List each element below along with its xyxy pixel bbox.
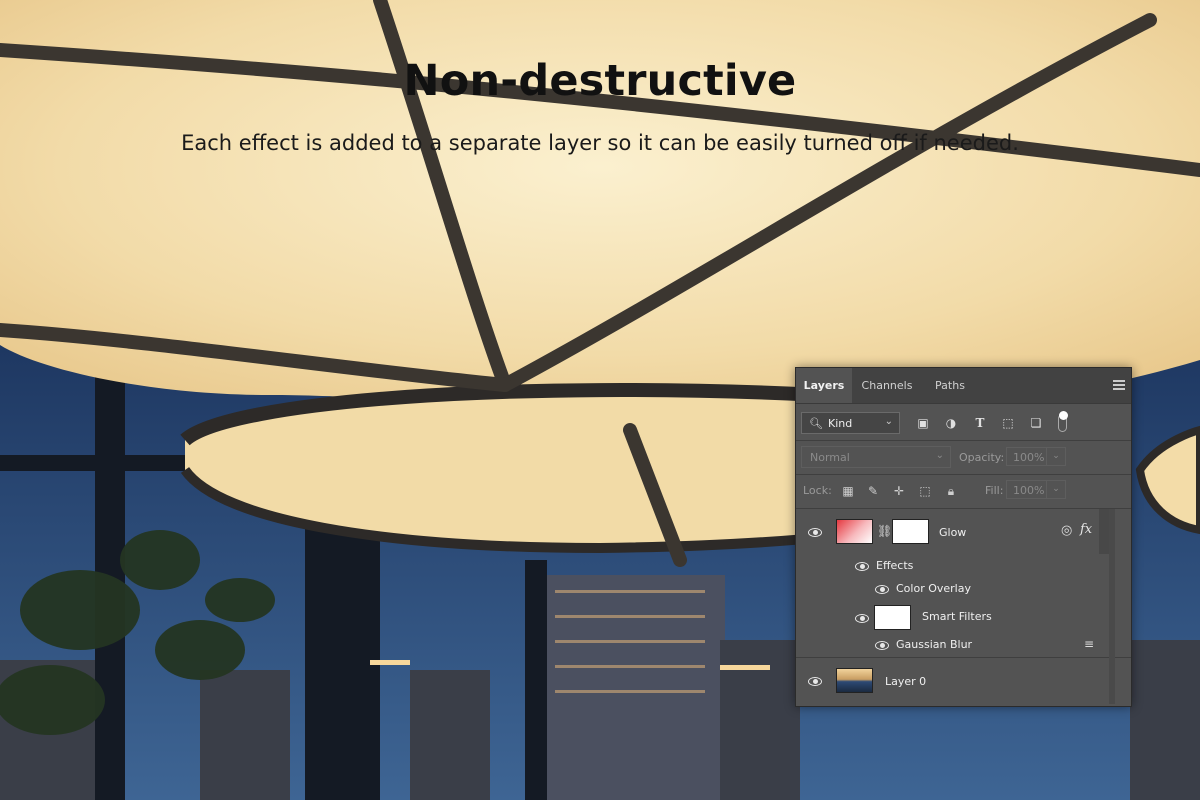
visibility-eye-icon[interactable] [807,528,823,538]
opacity-field[interactable]: 100% ⌄ [1006,447,1066,466]
filter-kind-dropdown[interactable]: 🔍︎ Kind ⌄ [801,412,900,434]
smart-filters-label: Smart Filters [922,610,992,623]
type-layer-filter-icon[interactable]: T [972,415,988,431]
panel-scrollbar[interactable] [1109,509,1115,704]
filter-blending-options-icon[interactable]: ≡ [1084,637,1094,651]
fill-label: Fill: [985,484,1004,497]
fx-icon[interactable]: fx [1080,522,1092,537]
filter-kind-value: Kind [828,417,853,430]
lock-artboard-icon[interactable]: ⬚ [918,484,932,498]
opacity-value: 100% [1013,451,1045,464]
visibility-eye-icon[interactable] [807,677,823,687]
visibility-eye-icon[interactable] [874,641,890,651]
link-chain-icon[interactable]: ⛓︎ [877,524,892,538]
layer-row-glow[interactable]: ⛓︎ Glow ◎ fx ⌃ [796,509,1131,554]
chevron-down-icon: ⌄ [935,450,944,461]
lock-image-pixels-icon[interactable]: ✎ [866,484,880,498]
layer-group-scrollbar[interactable] [1099,509,1109,554]
opacity-label: Opacity: [959,451,1005,464]
filter-toggle-switch[interactable] [1058,411,1068,432]
smart-object-filter-icon[interactable]: ❏ [1028,415,1044,431]
effects-row[interactable]: Effects [796,555,1131,577]
blend-mode-value: Normal [810,451,850,464]
smart-filters-row[interactable]: Smart Filters [796,601,1131,633]
layers-panel: Layers Channels Paths 🔍︎ Kind ⌄ ▣ ◑ T ⬚ … [795,367,1132,707]
layer-row-layer0[interactable]: Layer 0 [796,658,1131,704]
lock-transparent-pixels-icon[interactable]: ▦ [841,484,855,498]
effect-name: Color Overlay [896,582,971,595]
divider [796,440,1131,441]
subheadline: Each effect is added to a separate layer… [181,131,1019,155]
chevron-down-icon[interactable]: ⌄ [1046,448,1065,465]
lock-all-icon[interactable]: 🔒︎ [944,484,958,498]
search-icon: 🔍︎ [809,417,823,430]
tab-layers[interactable]: Layers [796,368,852,403]
shape-layer-filter-icon[interactable]: ⬚ [1000,415,1016,431]
smart-filter-mask-thumbnail[interactable] [874,605,911,630]
effects-label: Effects [876,559,914,572]
divider [796,474,1131,475]
layer-thumbnail [836,519,873,544]
panel-menu-icon[interactable] [1113,380,1125,390]
filter-name: Gaussian Blur [896,638,973,651]
pixel-layer-filter-icon[interactable]: ▣ [915,415,931,431]
filter-row: 🔍︎ Kind ⌄ ▣ ◑ T ⬚ ❏ [796,404,1131,440]
filter-gaussian-blur-row[interactable]: Gaussian Blur ≡ [796,634,1131,656]
visibility-eye-icon[interactable] [854,562,870,572]
lock-label: Lock: [803,484,832,497]
layer-mask-thumbnail[interactable] [892,519,929,544]
blend-mode-dropdown[interactable]: Normal ⌄ [801,446,951,468]
smart-filter-icon: ◎ [1061,523,1073,538]
tab-channels[interactable]: Channels [852,368,922,403]
visibility-eye-icon[interactable] [874,585,890,595]
layer-name: Layer 0 [885,675,927,688]
panel-tab-bar: Layers Channels Paths [796,368,1131,404]
fill-value: 100% [1013,484,1045,497]
fill-field[interactable]: 100% ⌄ [1006,480,1066,499]
chevron-down-icon[interactable]: ⌄ [1046,481,1065,498]
adjustment-layer-filter-icon[interactable]: ◑ [943,415,959,431]
headline: Non-destructive [403,56,797,106]
layer-name: Glow [939,526,967,539]
chevron-down-icon: ⌄ [884,416,893,427]
effect-color-overlay-row[interactable]: Color Overlay [796,578,1131,600]
lock-position-icon[interactable]: ✛ [892,484,906,498]
visibility-eye-icon[interactable] [854,614,870,624]
layer-thumbnail [836,668,873,693]
tab-paths[interactable]: Paths [922,368,978,403]
